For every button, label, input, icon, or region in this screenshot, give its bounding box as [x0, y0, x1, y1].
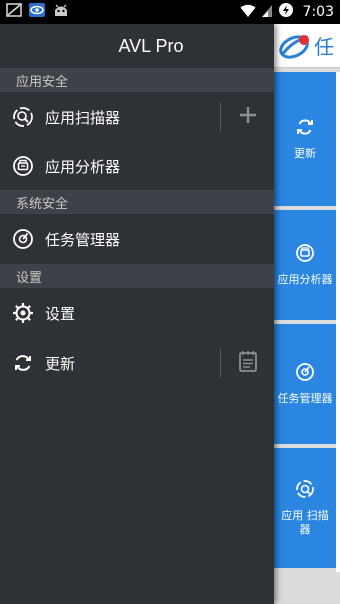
navigation-drawer: AVL Pro 应用安全 应用扫描器 应用分析器 系统安全 任务管理器 设置 设… [0, 24, 274, 604]
data-saver-icon [278, 2, 294, 22]
add-button[interactable] [220, 102, 274, 132]
scanner-icon [12, 106, 34, 128]
clock: 7:03 [302, 4, 334, 20]
task-manager-icon [295, 362, 315, 386]
app-logo-icon [278, 31, 312, 61]
gear-icon [12, 302, 34, 324]
analyzer-icon [295, 243, 315, 267]
tile-task-manager[interactable]: 任务管理器 [274, 324, 340, 444]
wifi-icon [240, 3, 256, 22]
section-header-system-security: 系统安全 [0, 190, 274, 214]
drawer-header: AVL Pro [0, 24, 274, 68]
notification-image-icon [6, 2, 22, 22]
task-manager-icon [12, 228, 34, 250]
tile-label: 任务管理器 [277, 392, 333, 405]
android-debug-icon [52, 2, 70, 22]
status-bar: 7:03 [0, 0, 340, 24]
menu-item-task-manager[interactable]: 任务管理器 [0, 214, 274, 264]
scanner-icon [295, 479, 315, 503]
tile-label: 应用 扫描器 [281, 509, 329, 536]
tile-app-scanner[interactable]: 应用 扫描器 [274, 448, 340, 568]
tile-app-analyzer[interactable]: 应用分析器 [274, 210, 340, 320]
signal-icon [261, 3, 273, 22]
refresh-icon [12, 352, 34, 374]
menu-item-label: 设置 [45, 304, 76, 323]
plus-icon [238, 105, 258, 129]
section-header-settings: 设置 [0, 264, 274, 288]
menu-item-app-scanner[interactable]: 应用扫描器 [0, 92, 274, 142]
tile-label: 应用分析器 [277, 273, 333, 286]
section-header-app-security: 应用安全 [0, 68, 274, 92]
background-app-header: 任 [274, 24, 340, 68]
drawer-title: AVL Pro [118, 35, 184, 56]
menu-item-label: 更新 [45, 354, 76, 373]
background-app-title: 任 [314, 35, 334, 59]
analyzer-icon [12, 155, 34, 177]
changelog-button[interactable] [220, 348, 274, 378]
menu-item-app-analyzer[interactable]: 应用分析器 [0, 142, 274, 190]
tile-label: 更新 [294, 147, 316, 160]
notification-eye-icon [28, 2, 46, 22]
refresh-icon [295, 117, 315, 141]
menu-item-update[interactable]: 更新 [0, 338, 274, 388]
menu-item-settings[interactable]: 设置 [0, 288, 274, 338]
notepad-icon [238, 350, 258, 376]
menu-item-label: 任务管理器 [45, 230, 121, 249]
background-divider [336, 72, 340, 572]
menu-item-label: 应用分析器 [45, 157, 121, 176]
tile-update[interactable]: 更新 [274, 72, 340, 206]
menu-item-label: 应用扫描器 [45, 108, 121, 127]
